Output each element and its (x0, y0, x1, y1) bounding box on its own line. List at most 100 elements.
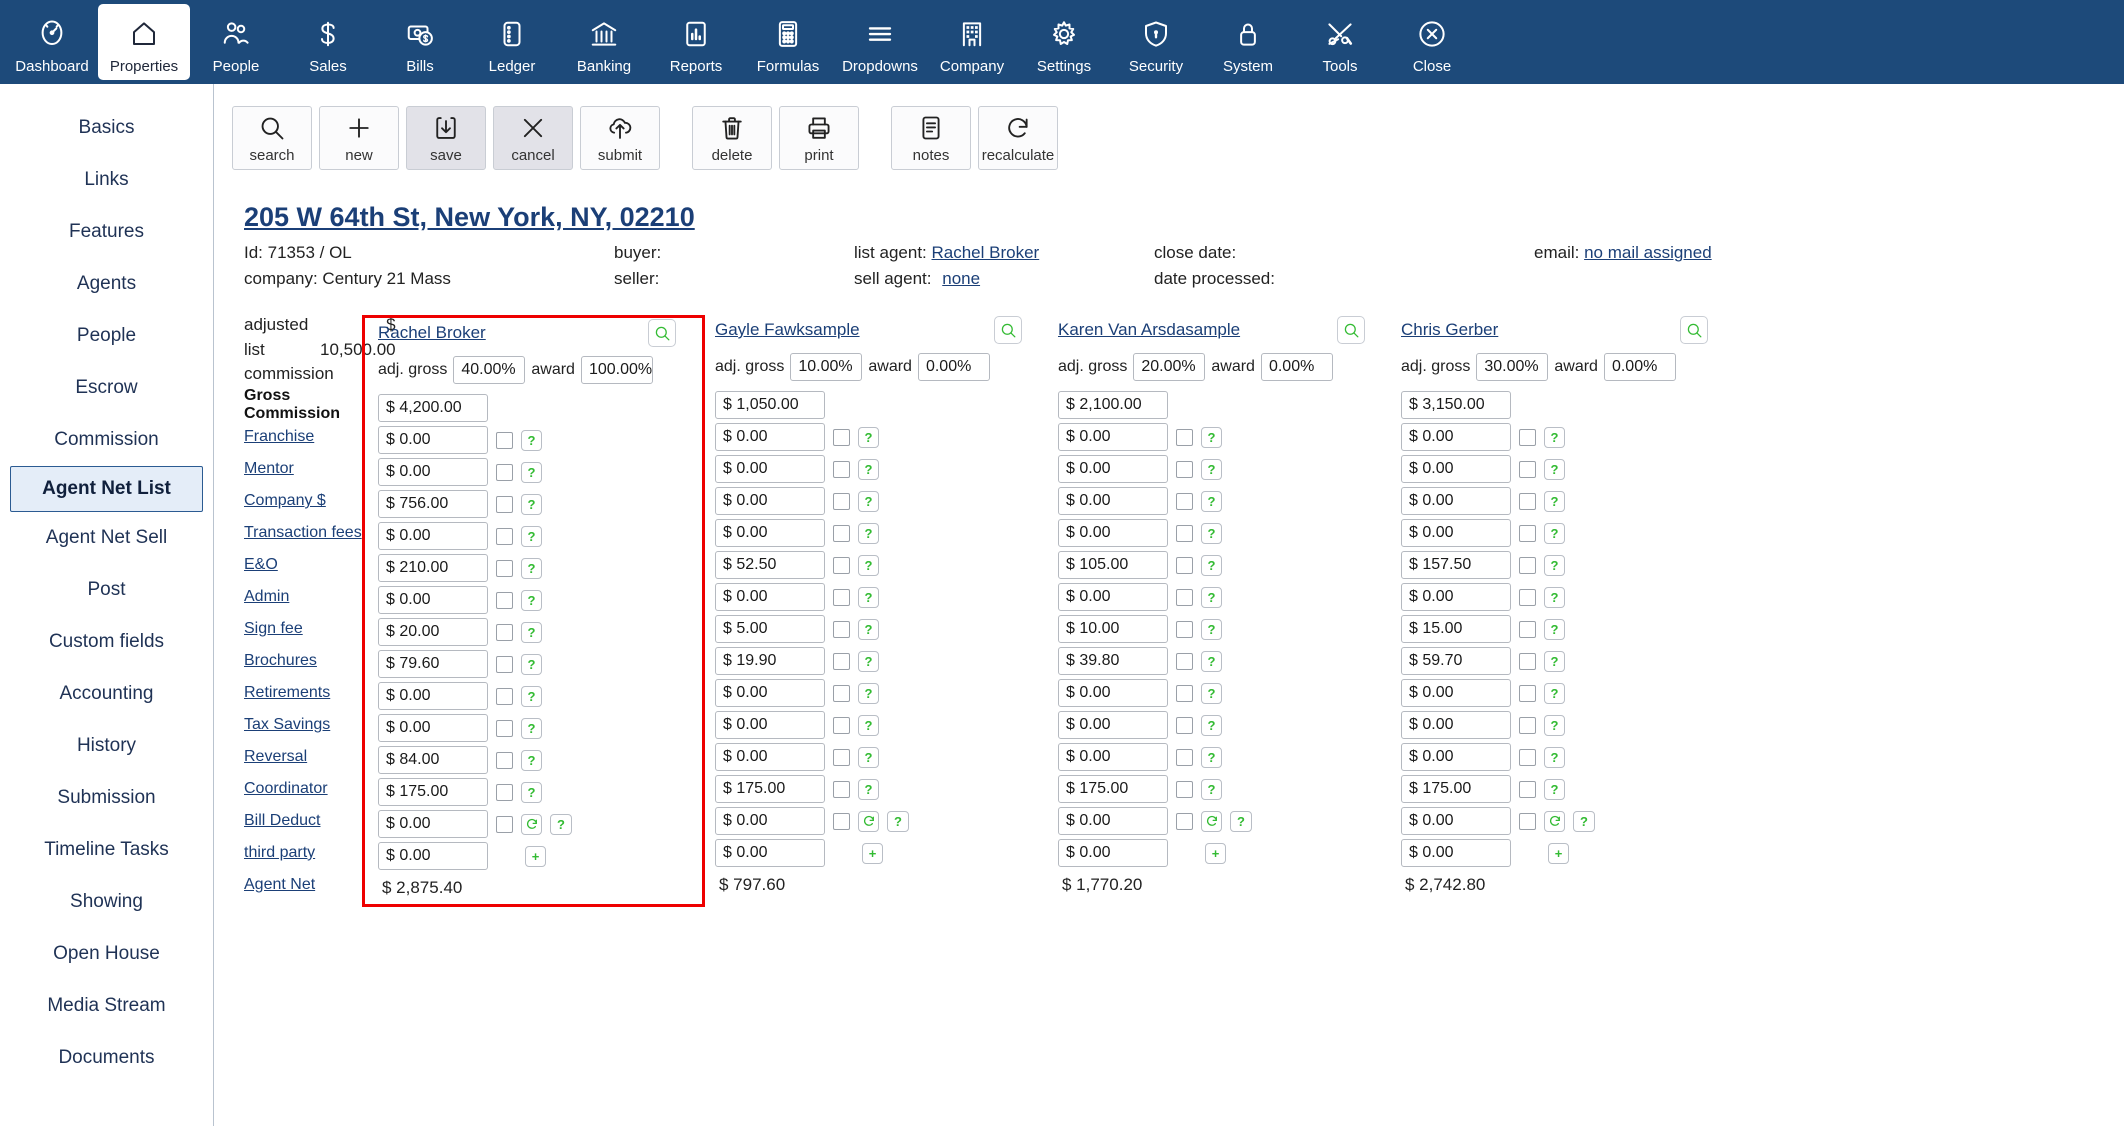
award-input[interactable]: 100.00% (580, 356, 653, 384)
amount-input[interactable]: $ 19.90 (715, 647, 825, 675)
sidebar-item-media-stream[interactable]: Media Stream (0, 980, 213, 1032)
help-question-icon[interactable]: ? (858, 522, 879, 544)
help-question-icon[interactable]: ? (1201, 554, 1222, 576)
help-question-icon[interactable]: ? (1544, 554, 1565, 576)
row-checkbox[interactable] (496, 591, 513, 609)
search-button[interactable]: search (232, 106, 312, 170)
row-checkbox[interactable] (833, 588, 850, 606)
amount-input[interactable]: $ 59.70 (1401, 647, 1511, 675)
amount-input[interactable]: $ 0.00 (1401, 807, 1511, 835)
sidebar-item-people[interactable]: People (0, 310, 213, 362)
row-checkbox[interactable] (496, 527, 513, 545)
row-label-link[interactable]: E&O (244, 556, 278, 574)
row-checkbox[interactable] (1176, 620, 1193, 638)
sidebar-item-agent-net-list[interactable]: Agent Net List (10, 466, 203, 512)
row-checkbox[interactable] (1519, 556, 1536, 574)
sell-agent-value[interactable]: none (942, 269, 980, 288)
amount-input[interactable]: $ 175.00 (1058, 775, 1168, 803)
amount-input[interactable]: $ 0.00 (1401, 679, 1511, 707)
amount-input[interactable]: $ 39.80 (1058, 647, 1168, 675)
add-plus-icon[interactable]: + (862, 842, 883, 864)
row-label-link[interactable]: Company $ (244, 492, 326, 510)
amount-input[interactable]: $ 0.00 (1401, 711, 1511, 739)
nav-item-tools[interactable]: Tools (1294, 0, 1386, 84)
row-checkbox[interactable] (833, 620, 850, 638)
amount-input[interactable]: $ 0.00 (1058, 583, 1168, 611)
row-checkbox[interactable] (1176, 524, 1193, 542)
add-plus-icon[interactable]: + (1548, 842, 1569, 864)
amount-input[interactable]: $ 210.00 (378, 554, 488, 582)
row-checkbox[interactable] (496, 719, 513, 737)
row-checkbox[interactable] (833, 492, 850, 510)
refresh-icon[interactable] (858, 810, 879, 832)
help-question-icon[interactable]: ? (1201, 426, 1222, 448)
row-label-link[interactable]: Sign fee (244, 620, 303, 638)
amount-input[interactable]: $ 175.00 (1401, 775, 1511, 803)
amount-input[interactable]: $ 20.00 (378, 618, 488, 646)
submit-button[interactable]: submit (580, 106, 660, 170)
row-checkbox[interactable] (1176, 652, 1193, 670)
help-question-icon[interactable]: ? (1201, 650, 1222, 672)
help-question-icon[interactable]: ? (1201, 746, 1222, 768)
sidebar-item-commission[interactable]: Commission (0, 414, 213, 466)
amount-input[interactable]: $ 0.00 (1401, 423, 1511, 451)
help-question-icon[interactable]: ? (521, 621, 542, 643)
amount-input[interactable]: $ 0.00 (1058, 455, 1168, 483)
row-checkbox[interactable] (1519, 684, 1536, 702)
row-label-link[interactable]: Coordinator (244, 780, 328, 798)
amount-input[interactable]: $ 79.60 (378, 650, 488, 678)
agent-lookup-magnifier-icon[interactable] (994, 316, 1022, 344)
help-question-icon[interactable]: ? (858, 714, 879, 736)
amount-input[interactable]: $ 0.00 (715, 711, 825, 739)
help-question-icon[interactable]: ? (1544, 458, 1565, 480)
help-question-icon[interactable]: ? (1201, 714, 1222, 736)
delete-button[interactable]: delete (692, 106, 772, 170)
sidebar-item-agent-net-sell[interactable]: Agent Net Sell (0, 512, 213, 564)
row-checkbox[interactable] (496, 655, 513, 673)
row-checkbox[interactable] (1176, 428, 1193, 446)
help-question-icon[interactable]: ? (1201, 490, 1222, 512)
sidebar-item-documents[interactable]: Documents (0, 1032, 213, 1084)
amount-input[interactable]: $ 0.00 (1058, 711, 1168, 739)
row-checkbox[interactable] (833, 748, 850, 766)
row-checkbox[interactable] (1176, 716, 1193, 734)
sidebar-item-features[interactable]: Features (0, 206, 213, 258)
refresh-icon[interactable] (1544, 810, 1565, 832)
print-button[interactable]: print (779, 106, 859, 170)
row-checkbox[interactable] (496, 815, 513, 833)
row-checkbox[interactable] (496, 751, 513, 769)
row-checkbox[interactable] (1176, 684, 1193, 702)
row-label-link[interactable]: Bill Deduct (244, 812, 320, 830)
row-label-link[interactable]: Admin (244, 588, 289, 606)
sidebar-item-history[interactable]: History (0, 720, 213, 772)
gross-commission-input[interactable]: $ 2,100.00 (1058, 391, 1168, 419)
nav-item-banking[interactable]: Banking (558, 0, 650, 84)
help-question-icon[interactable]: ? (521, 749, 542, 771)
help-question-icon[interactable]: ? (521, 461, 542, 483)
refresh-icon[interactable] (521, 813, 542, 835)
amount-input[interactable]: $ 0.00 (378, 842, 488, 870)
row-checkbox[interactable] (1519, 652, 1536, 670)
row-label-link[interactable]: Retirements (244, 684, 330, 702)
amount-input[interactable]: $ 0.00 (715, 487, 825, 515)
nav-item-reports[interactable]: Reports (650, 0, 742, 84)
help-question-icon[interactable]: ? (1544, 618, 1565, 640)
help-question-icon[interactable]: ? (521, 653, 542, 675)
help-question-icon[interactable]: ? (1573, 810, 1595, 832)
sidebar-item-escrow[interactable]: Escrow (0, 362, 213, 414)
nav-item-system[interactable]: System (1202, 0, 1294, 84)
row-checkbox[interactable] (833, 652, 850, 670)
row-checkbox[interactable] (833, 524, 850, 542)
amount-input[interactable]: $ 0.00 (715, 455, 825, 483)
help-question-icon[interactable]: ? (858, 650, 879, 672)
help-question-icon[interactable]: ? (1201, 778, 1222, 800)
help-question-icon[interactable]: ? (521, 557, 542, 579)
help-question-icon[interactable]: ? (521, 429, 542, 451)
help-question-icon[interactable]: ? (521, 685, 542, 707)
row-checkbox[interactable] (833, 684, 850, 702)
row-checkbox[interactable] (1519, 428, 1536, 446)
help-question-icon[interactable]: ? (1544, 682, 1565, 704)
amount-input[interactable]: $ 0.00 (378, 682, 488, 710)
row-checkbox[interactable] (496, 495, 513, 513)
row-checkbox[interactable] (1519, 780, 1536, 798)
